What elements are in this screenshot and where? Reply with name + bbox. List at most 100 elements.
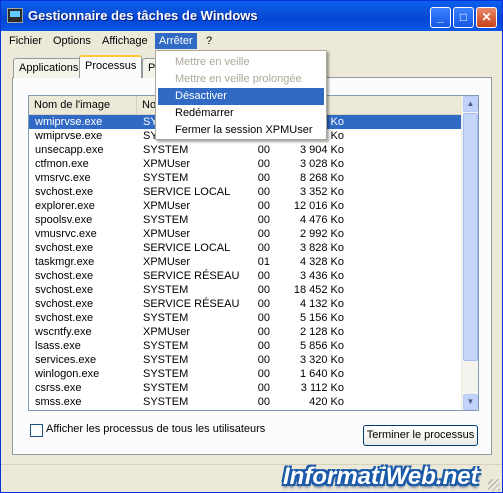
task-manager-app-icon[interactable] (7, 8, 23, 23)
table-row[interactable]: unsecapp.exe SYSTEM 00 3 904 Ko (29, 143, 462, 157)
menu-help[interactable]: ? (202, 33, 216, 49)
process-name-cell: ctfmon.exe (35, 158, 89, 170)
maximize-button[interactable]: □ (453, 7, 474, 28)
resize-grip-icon[interactable] (488, 479, 500, 491)
process-name-cell: smss.exe (35, 396, 82, 408)
table-row[interactable]: alg.exe SERVICE LOCAL 00 3 524 Ko (29, 409, 462, 410)
table-row[interactable]: csrss.exe SYSTEM 00 3 112 Ko (29, 381, 462, 395)
process-name-cell: unsecapp.exe (35, 144, 104, 156)
process-memory-cell: 18 452 Ko (293, 284, 344, 296)
column-header-name[interactable]: Nom de l'image (29, 96, 137, 114)
tab-applications[interactable]: Applications (13, 58, 85, 78)
process-memory-cell: 3 524 Ko (277, 409, 344, 410)
scroll-thumb[interactable] (463, 113, 478, 361)
process-name-cell: vmusrvc.exe (35, 228, 97, 240)
table-row[interactable]: svchost.exe SYSTEM 00 18 452 Ko (29, 283, 462, 297)
table-row[interactable]: svchost.exe SERVICE RÉSEAU 00 3 436 Ko (29, 269, 462, 283)
process-memory-cell: 2 992 Ko (299, 228, 344, 240)
process-cpu-cell: 00 (257, 158, 270, 170)
process-user-cell: SYSTEM (143, 396, 189, 408)
process-name-cell: wmiprvse.exe (35, 130, 103, 142)
process-memory-cell: 3 828 Ko (299, 242, 344, 254)
process-memory-cell: 2 128 Ko (299, 326, 344, 338)
table-row[interactable]: svchost.exe SERVICE RÉSEAU 00 4 132 Ko (29, 297, 462, 311)
close-button[interactable]: ✕ (476, 7, 497, 28)
show-all-processes-checkbox[interactable] (30, 424, 43, 437)
process-cpu-cell: 00 (257, 242, 270, 254)
table-row[interactable]: services.exe SYSTEM 00 3 320 Ko (29, 353, 462, 367)
title-bar[interactable]: Gestionnaire des tâches de Windows _ □ ✕ (1, 1, 502, 31)
process-user-cell: SERVICE LOCAL (143, 242, 231, 254)
table-row[interactable]: vmsrvc.exe SYSTEM 00 8 268 Ko (29, 171, 462, 185)
table-row[interactable]: winlogon.exe SYSTEM 00 1 640 Ko (29, 367, 462, 381)
table-row[interactable]: svchost.exe SERVICE LOCAL 00 3 352 Ko (29, 185, 462, 199)
menu-item-fermer-session[interactable]: Fermer la session XPMUser (158, 122, 324, 139)
scroll-down-arrow-icon[interactable]: ▼ (463, 394, 478, 410)
process-memory-cell: 8 268 Ko (299, 172, 344, 184)
process-name-cell: winlogon.exe (35, 368, 100, 380)
process-user-cell: SYSTEM (143, 382, 189, 394)
process-user-cell: SERVICE LOCAL (143, 186, 231, 198)
end-process-button[interactable]: Terminer le processus (363, 425, 478, 446)
menu-fichier[interactable]: Fichier (5, 33, 46, 49)
process-name-cell: lsass.exe (35, 340, 81, 352)
process-memory-cell: 1 640 Ko (299, 368, 344, 380)
menu-bar: Fichier Options Affichage Arrêter ? (1, 31, 502, 50)
process-cpu-cell: 00 (257, 228, 270, 240)
menu-arreter[interactable]: Arrêter (155, 33, 197, 49)
table-row[interactable]: taskmgr.exe XPMUser 01 4 328 Ko (29, 255, 462, 269)
process-user-cell: SYSTEM (143, 340, 189, 352)
process-memory-cell: 420 Ko (309, 396, 344, 408)
table-row[interactable]: ctfmon.exe XPMUser 00 3 028 Ko (29, 157, 462, 171)
minimize-button[interactable]: _ (430, 7, 451, 28)
table-row[interactable]: smss.exe SYSTEM 00 420 Ko (29, 395, 462, 409)
process-cpu-cell: 00 (257, 368, 270, 380)
process-name-cell: svchost.exe (35, 284, 94, 296)
show-all-processes-label[interactable]: Afficher les processus de tous les utili… (46, 423, 265, 435)
process-name-cell: wscntfy.exe (35, 326, 92, 338)
process-user-cell: XPMUser (143, 158, 191, 170)
process-user-cell: SERVICE RÉSEAU (143, 298, 240, 310)
process-cpu-cell: 00 (257, 326, 270, 338)
menu-item-redemarrer[interactable]: Redémarrer (158, 105, 324, 122)
table-row[interactable]: vmusrvc.exe XPMUser 00 2 992 Ko (29, 227, 462, 241)
process-name-cell: services.exe (35, 354, 97, 366)
process-name-cell: taskmgr.exe (35, 256, 95, 268)
process-name-cell: csrss.exe (35, 382, 82, 394)
tab-processus[interactable]: Processus (79, 55, 143, 78)
table-row[interactable]: spoolsv.exe SYSTEM 00 4 476 Ko (29, 213, 462, 227)
process-cpu-cell: 00 (257, 172, 270, 184)
process-cpu-cell: 00 (257, 270, 270, 282)
vertical-scrollbar[interactable]: ▲ ▼ (461, 96, 478, 410)
process-memory-cell: 4 132 Ko (299, 298, 344, 310)
process-name-cell: spoolsv.exe (35, 214, 93, 226)
process-cpu-cell: 00 (257, 186, 270, 198)
menu-item-mettre-en-veille: Mettre en veille (175, 56, 250, 68)
process-cpu-cell: 00 (257, 382, 270, 394)
process-memory-cell: 3 320 Ko (299, 354, 344, 366)
menu-options[interactable]: Options (49, 33, 95, 49)
menu-affichage[interactable]: Affichage (98, 33, 152, 49)
process-cpu-cell: 00 (257, 200, 270, 212)
table-row[interactable]: svchost.exe SERVICE LOCAL 00 3 828 Ko (29, 241, 462, 255)
window-title: Gestionnaire des tâches de Windows (28, 8, 258, 23)
process-list[interactable]: Nom de l'image No ... wmiprvse.exeSYSKow… (28, 95, 479, 411)
process-cpu-cell: 00 (257, 144, 270, 156)
process-user-cell: XPMUser (143, 256, 191, 268)
process-memory-cell: 3 436 Ko (299, 270, 344, 282)
process-user-cell: SYSTEM (143, 172, 189, 184)
table-row[interactable]: wscntfy.exe XPMUser 00 2 128 Ko (29, 325, 462, 339)
process-user-cell: XPMUser (143, 200, 191, 212)
table-row[interactable]: svchost.exe SYSTEM 00 5 156 Ko (29, 311, 462, 325)
process-cpu-cell: 00 (257, 396, 270, 408)
process-cpu-cell: 00 (257, 312, 270, 324)
scroll-up-arrow-icon[interactable]: ▲ (463, 96, 478, 112)
process-cpu-cell: 00 (257, 298, 270, 310)
process-name-cell: svchost.exe (35, 298, 94, 310)
process-cpu-cell: 01 (257, 256, 270, 268)
menu-item-desactiver[interactable]: Désactiver (158, 88, 324, 105)
process-user-cell: SERVICE LOCAL (143, 409, 230, 410)
process-user-cell: XPMUser (143, 228, 191, 240)
table-row[interactable]: explorer.exe XPMUser 00 12 016 Ko (29, 199, 462, 213)
table-row[interactable]: lsass.exe SYSTEM 00 5 856 Ko (29, 339, 462, 353)
